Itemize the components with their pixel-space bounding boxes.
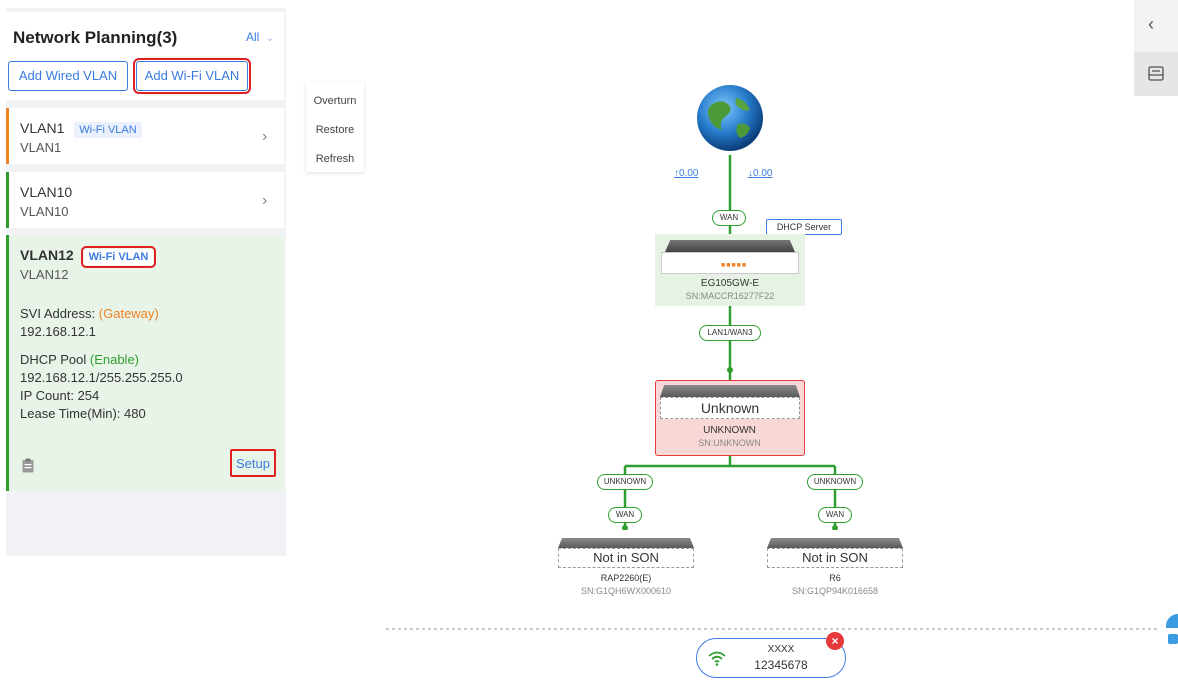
son-status: Not in SON — [558, 548, 694, 568]
uplink-port-label: UNKNOWN — [597, 474, 653, 490]
lan-port-label: LAN1/WAN3 — [699, 325, 761, 341]
ap-device-node-rap2260[interactable]: Not in SON RAP2260(E) SN:G1QH6WX000610 — [552, 530, 700, 604]
device-model: EG105GW-E — [700, 278, 760, 289]
switch-image — [660, 385, 800, 397]
wifi-password: 12345678 — [754, 658, 808, 672]
download-rate: ↓0.00 — [748, 168, 773, 179]
switch-status: Unknown — [660, 397, 800, 419]
wan-port-label: WAN — [608, 507, 642, 523]
upload-rate: ↑0.00 — [674, 168, 699, 179]
device-serial: SN:G1QP94K016658 — [791, 586, 879, 596]
device-serial: SN:G1QH6WX000610 — [580, 586, 672, 596]
device-model: RAP2260(E) — [600, 573, 652, 583]
router-image: ■■■■■ — [661, 240, 799, 274]
ap-image — [558, 538, 694, 548]
close-icon[interactable]: × — [826, 632, 844, 650]
device-model: R6 — [829, 573, 841, 583]
uplink-port-label: UNKNOWN — [807, 474, 863, 490]
device-serial: SN:UNKNOWN — [698, 438, 761, 448]
wifi-ssid: XXXX — [767, 644, 795, 655]
globe-icon — [697, 85, 763, 151]
device-model: UNKNOWN — [703, 425, 756, 436]
ap-device-node-r6[interactable]: Not in SON R6 SN:G1QP94K016658 — [761, 530, 909, 604]
wifi-icon — [708, 651, 726, 666]
wan-port-label: WAN — [818, 507, 852, 523]
ap-image — [767, 538, 903, 548]
device-serial: SN:MACCR16277F22 — [685, 291, 775, 301]
wan-port-label: WAN — [712, 210, 746, 226]
assistant-icon[interactable] — [1164, 608, 1178, 650]
wifi-network-pill[interactable]: XXXX 12345678 — [696, 638, 846, 678]
unknown-switch-node[interactable]: Unknown UNKNOWN SN:UNKNOWN — [655, 380, 805, 456]
gateway-device-node[interactable]: ■■■■■ EG105GW-E SN:MACCR16277F22 — [655, 234, 805, 306]
dhcp-server-badge: DHCP Server — [766, 219, 842, 235]
son-status: Not in SON — [767, 548, 903, 568]
